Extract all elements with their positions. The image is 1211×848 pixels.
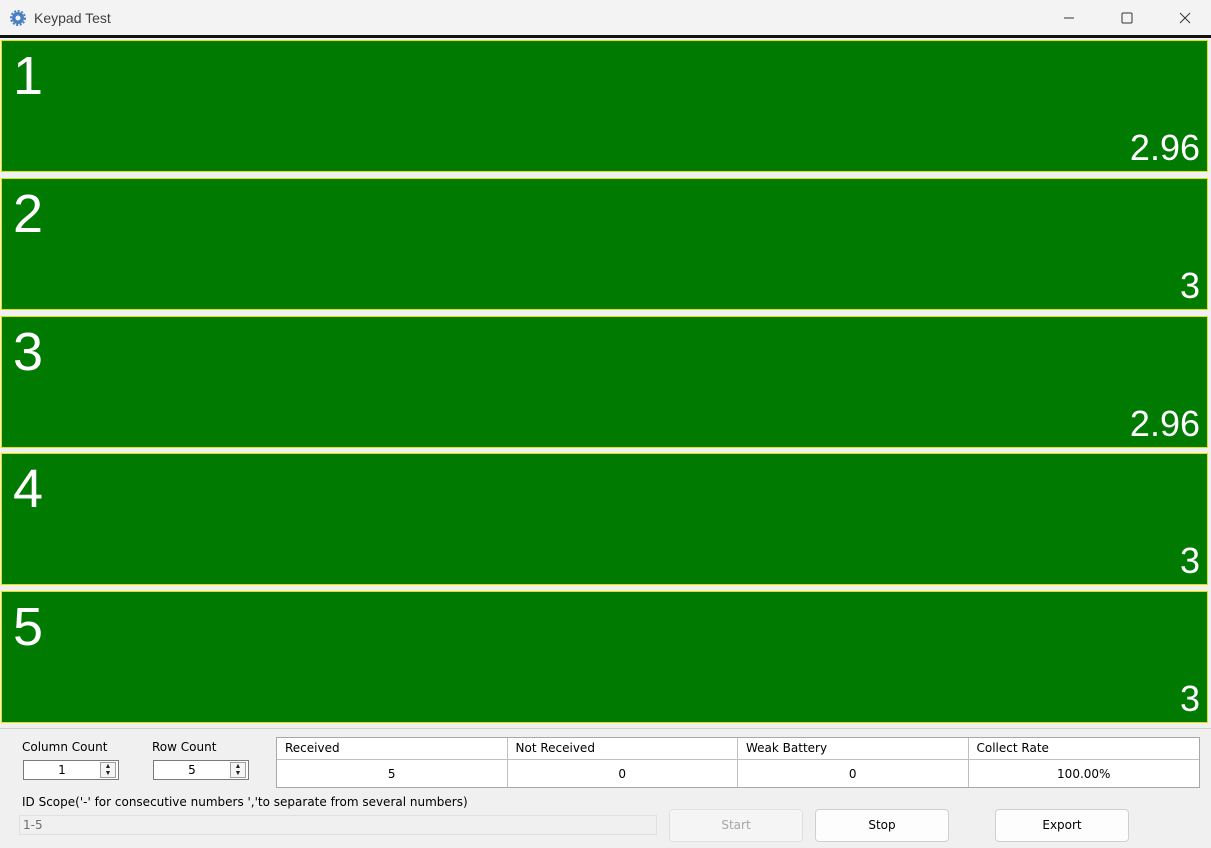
stats-header-not-received: Not Received (507, 738, 738, 760)
keypad-id: 3 (13, 322, 44, 382)
close-button[interactable] (1156, 0, 1211, 35)
minimize-icon (1064, 17, 1074, 18)
keypad-tile-5: 5 3 (1, 591, 1208, 723)
step-down-icon[interactable]: ▼ (101, 770, 115, 777)
stats-table: Received Not Received Weak Battery Colle… (276, 737, 1200, 788)
row-count-label: Row Count (152, 740, 217, 754)
keypad-tile-2: 2 3 (1, 178, 1208, 310)
id-scope-label: ID Scope('-' for consecutive numbers ','… (22, 795, 468, 809)
column-count-value: 1 (58, 763, 66, 777)
stepper-arrows[interactable]: ▲ ▼ (100, 762, 116, 778)
start-button[interactable]: Start (669, 809, 803, 842)
keypad-id: 1 (13, 46, 44, 106)
id-scope-input[interactable]: 1-5 (19, 815, 657, 835)
stats-value-received: 5 (277, 760, 508, 787)
stepper-arrows[interactable]: ▲ ▼ (230, 762, 246, 778)
step-up-icon[interactable]: ▲ (101, 763, 115, 770)
stats-value-not-received: 0 (508, 760, 738, 787)
title-separator (0, 35, 1211, 38)
stats-header-received: Received (277, 738, 508, 760)
keypad-tile-1: 1 2.96 (1, 40, 1208, 172)
keypad-id: 4 (13, 459, 44, 519)
keypad-id: 2 (13, 184, 44, 244)
maximize-button[interactable] (1098, 0, 1156, 35)
keypad-value: 3 (1179, 540, 1200, 581)
stats-header-weak-battery: Weak Battery (738, 738, 969, 760)
stats-header-row: Received Not Received Weak Battery Colle… (277, 738, 1199, 760)
step-up-icon[interactable]: ▲ (231, 763, 245, 770)
keypad-value: 2.96 (1129, 127, 1200, 168)
maximize-icon (1121, 12, 1133, 23)
keypad-tile-4: 4 3 (1, 453, 1208, 585)
row-count-stepper[interactable]: 5 ▲ ▼ (153, 760, 249, 780)
stats-header-collect-rate: Collect Rate (968, 738, 1199, 760)
stop-button[interactable]: Stop (815, 809, 949, 842)
column-count-label: Column Count (22, 740, 108, 754)
window-title: Keypad Test (34, 9, 111, 26)
stats-value-weak-battery: 0 (738, 760, 969, 787)
app-gear-icon (10, 9, 26, 26)
step-down-icon[interactable]: ▼ (231, 770, 245, 777)
keypad-tile-3: 3 2.96 (1, 316, 1208, 448)
control-panel: Column Count 1 ▲ ▼ Row Count 5 ▲ ▼ Recei… (0, 728, 1211, 848)
column-count-stepper[interactable]: 1 ▲ ▼ (23, 760, 119, 780)
keypad-value: 2.96 (1129, 403, 1200, 444)
minimize-button[interactable] (1040, 0, 1098, 35)
keypad-value: 3 (1179, 265, 1200, 306)
title-bar: Keypad Test (0, 0, 1211, 35)
row-count-value: 5 (188, 763, 196, 777)
stats-value-row: 5 0 0 100.00% (277, 760, 1199, 787)
export-button[interactable]: Export (995, 809, 1129, 842)
keypad-id: 5 (13, 597, 44, 657)
stats-value-collect-rate: 100.00% (1057, 767, 1111, 781)
close-icon (1179, 12, 1191, 23)
keypad-value: 3 (1179, 678, 1200, 719)
